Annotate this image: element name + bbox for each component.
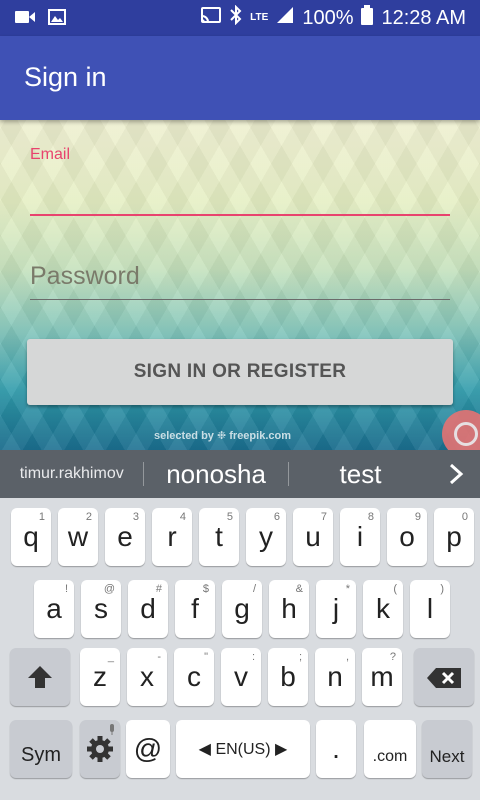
dotcom-key[interactable]: .com: [364, 720, 416, 778]
key-t[interactable]: 5t: [199, 508, 239, 566]
key-j[interactable]: * j: [316, 580, 356, 638]
key-label: m: [370, 661, 394, 692]
key-label: z: [93, 661, 107, 692]
password-field[interactable]: [30, 254, 450, 300]
key-v[interactable]: :v: [221, 648, 261, 706]
page-title: Sign in: [24, 62, 107, 92]
sign-in-form: Email SIGN IN OR REGISTER selected by ❉ …: [0, 120, 480, 450]
keyboard-suggestion-bar: timur.rakhimov nonosha test: [0, 450, 480, 498]
key-label: o: [399, 521, 415, 552]
key-a[interactable]: ! a: [34, 580, 74, 638]
next-key[interactable]: Next: [422, 720, 472, 778]
key-y[interactable]: 6y: [246, 508, 286, 566]
period-key[interactable]: .: [316, 720, 356, 778]
key-u[interactable]: 7u: [293, 508, 333, 566]
key-p[interactable]: 0p: [434, 508, 474, 566]
key-c[interactable]: " c: [174, 648, 214, 706]
suggestion-item[interactable]: timur.rakhimov: [0, 450, 143, 498]
language-indicator: ◀ EN(US) ▶: [176, 742, 310, 758]
key-label: a: [46, 593, 62, 624]
key-label: g: [234, 593, 250, 624]
bluetooth-icon: [230, 4, 242, 31]
sym-key-label: Sym: [21, 744, 61, 766]
key-label: p: [446, 521, 462, 552]
key-label: b: [280, 661, 296, 692]
background-credit: selected by ❉ freepik.com: [154, 430, 291, 442]
key-w[interactable]: 2w: [58, 508, 98, 566]
language-left-arrow-icon: ◀: [198, 741, 211, 758]
key-o[interactable]: 9o: [387, 508, 427, 566]
clock: 12:28 AM: [381, 6, 466, 29]
key-label: n: [327, 661, 343, 692]
battery-percent: 100%: [302, 6, 354, 29]
image-icon: [48, 9, 66, 30]
key-label: w: [67, 521, 89, 552]
key-label: t: [215, 521, 223, 552]
status-left: [14, 9, 66, 30]
key-label: d: [140, 593, 156, 624]
key-z[interactable]: _ z: [80, 648, 120, 706]
key-label: s: [94, 593, 108, 624]
shift-key[interactable]: [10, 648, 70, 706]
next-key-label: Next: [429, 747, 465, 766]
key-label: e: [117, 521, 133, 552]
sign-in-or-register-button[interactable]: SIGN IN OR REGISTER: [27, 339, 453, 405]
key-f[interactable]: $ f: [175, 580, 215, 638]
signal-icon: [276, 6, 294, 30]
key-label: u: [305, 521, 321, 552]
key-label: r: [167, 521, 177, 552]
battery-icon: [361, 5, 374, 31]
at-key[interactable]: @: [126, 720, 170, 778]
network-type: LTE: [250, 12, 269, 23]
key-d[interactable]: # d: [128, 580, 168, 638]
key-label: j: [332, 593, 340, 624]
email-label: Email: [30, 146, 71, 163]
key-h[interactable]: & h: [269, 580, 309, 638]
status-right: LTE 100% 12:28 AM: [200, 4, 466, 31]
video-camera-icon: [14, 9, 36, 30]
at-key-label: @: [133, 733, 163, 764]
suggestion-item[interactable]: test: [289, 450, 432, 498]
suggestion-item[interactable]: nonosha: [144, 450, 287, 498]
sym-key[interactable]: Sym: [10, 720, 72, 778]
language-label: EN(US): [215, 741, 271, 758]
key-label: k: [376, 593, 390, 624]
chevron-right-icon[interactable]: [432, 450, 480, 498]
key-b[interactable]: ; b: [268, 648, 308, 706]
key-g[interactable]: / g: [222, 580, 262, 638]
key-label: v: [234, 661, 248, 692]
key-q[interactable]: 1q: [11, 508, 51, 566]
key-s[interactable]: @ s: [81, 580, 121, 638]
key-label: h: [281, 593, 297, 624]
key-n[interactable]: ,n: [315, 648, 355, 706]
backspace-key[interactable]: [414, 648, 474, 706]
key-label: y: [259, 521, 273, 552]
app-bar: Sign in: [0, 36, 480, 120]
key-label: i: [356, 521, 364, 552]
key-i[interactable]: 8i: [340, 508, 380, 566]
key-label: c: [187, 661, 201, 692]
email-field[interactable]: [30, 172, 450, 216]
key-label: l: [426, 593, 434, 624]
space-key[interactable]: ◀ EN(US) ▶: [176, 720, 310, 778]
settings-key[interactable]: [80, 720, 120, 778]
cast-icon: [200, 6, 222, 30]
key-r[interactable]: 4r: [152, 508, 192, 566]
key-label: f: [191, 593, 199, 624]
period-key-label: .: [332, 733, 340, 764]
floating-target-icon[interactable]: [442, 410, 480, 450]
on-screen-keyboard: Sym @ ◀ EN(US) ▶ . .com Next 1 q 2 w 3 e…: [0, 498, 480, 800]
dotcom-key-label: .com: [372, 748, 408, 765]
key-label: x: [140, 661, 154, 692]
key-label: q: [23, 521, 39, 552]
key-m[interactable]: ? m: [362, 648, 402, 706]
key-x[interactable]: -x: [127, 648, 167, 706]
key-k[interactable]: (k: [363, 580, 403, 638]
key-e[interactable]: 3e: [105, 508, 145, 566]
status-bar: LTE 100% 12:28 AM: [0, 0, 480, 36]
language-right-arrow-icon: ▶: [275, 741, 288, 758]
key-l[interactable]: ) l: [410, 580, 450, 638]
